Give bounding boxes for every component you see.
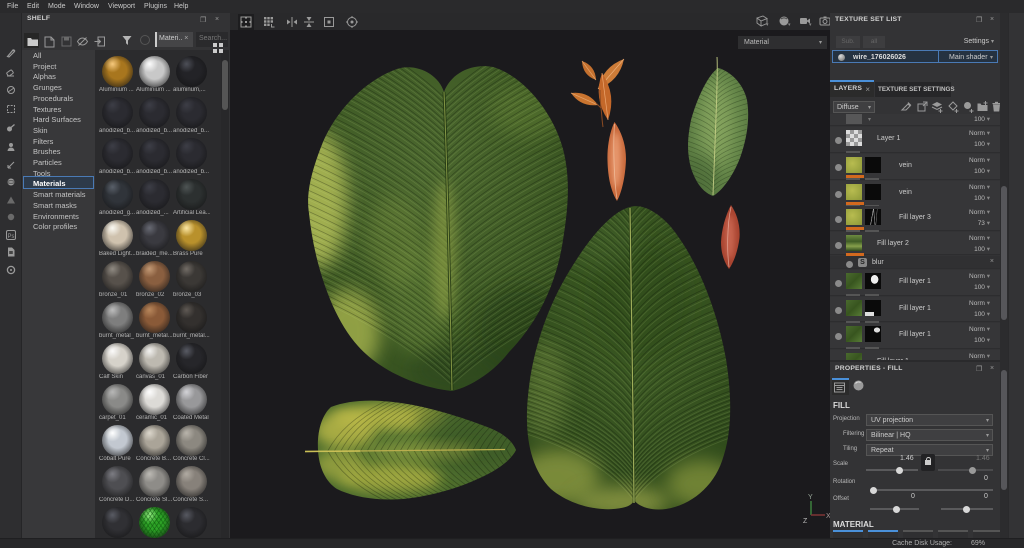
svg-text:Y: Y bbox=[808, 494, 813, 501]
svg-text:Z: Z bbox=[803, 518, 808, 525]
svg-text:Ps: Ps bbox=[8, 234, 15, 240]
